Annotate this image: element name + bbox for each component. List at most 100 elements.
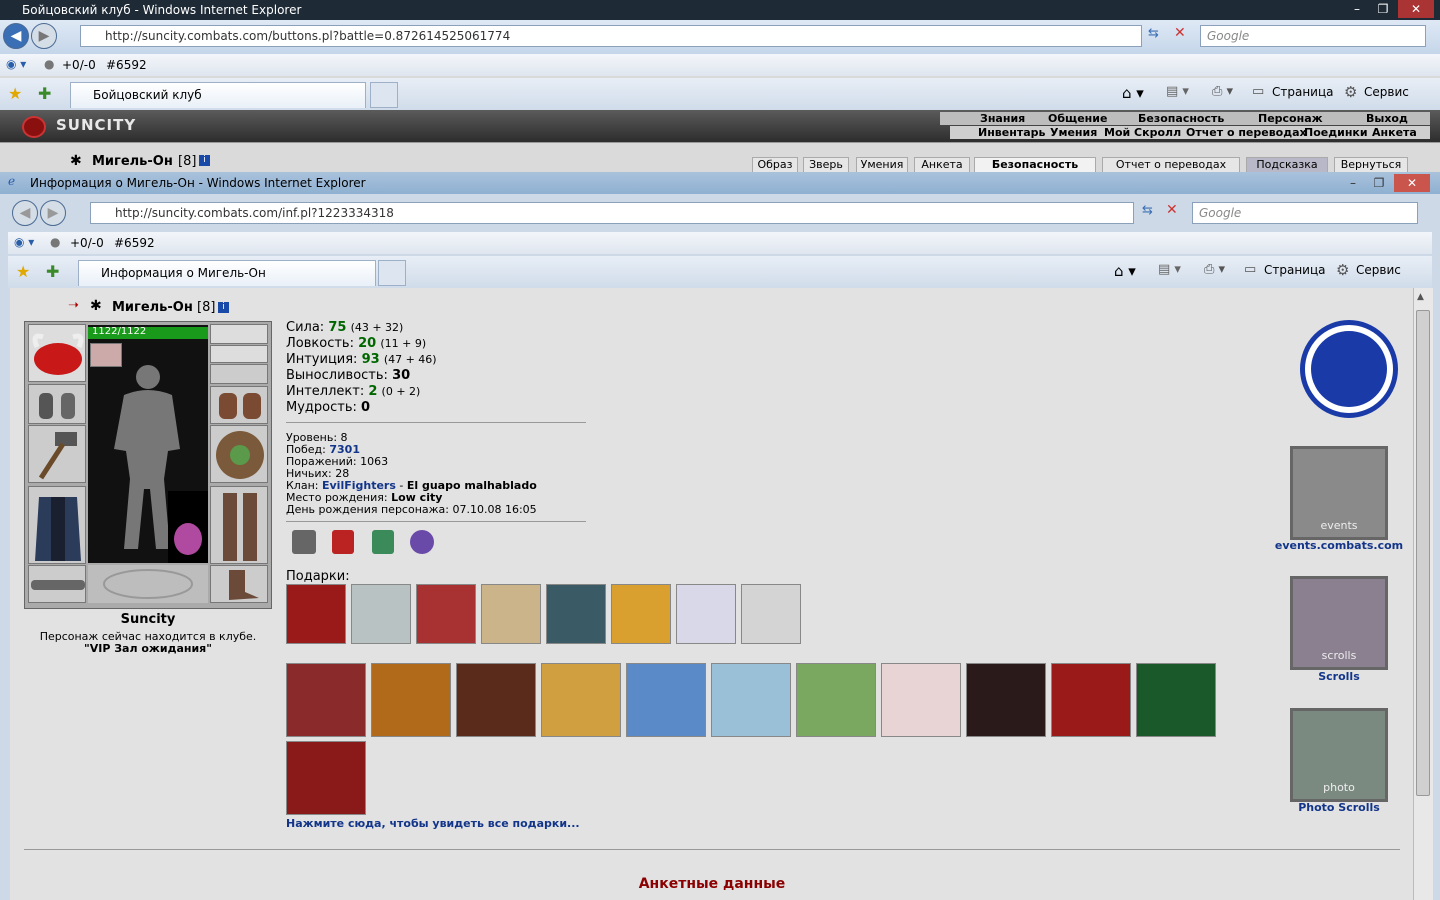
menu-battles[interactable]: Поединки xyxy=(1304,126,1368,139)
gift-skull[interactable] xyxy=(741,584,801,644)
subtab-profile[interactable]: Анкета xyxy=(914,157,970,173)
gift-banner-dark[interactable] xyxy=(546,584,606,644)
inner-add-favorite-icon[interactable]: ✚ xyxy=(46,262,59,281)
minimize-button[interactable]: – xyxy=(1344,0,1370,18)
forward-button[interactable]: ▶ xyxy=(31,23,57,49)
scrolls-link[interactable]: Scrolls xyxy=(1270,670,1408,683)
gloves-slot[interactable] xyxy=(210,386,268,424)
menu-inventory[interactable]: Инвентарь xyxy=(978,126,1045,139)
subtab-security[interactable]: Безопасность xyxy=(974,157,1096,173)
inner-home-icon[interactable]: ⌂ ▾ xyxy=(1114,262,1136,280)
stop-icon[interactable]: ✕ xyxy=(1174,25,1186,41)
home-icon[interactable]: ⌂ ▾ xyxy=(1122,84,1144,102)
badge-icon[interactable] xyxy=(332,530,354,554)
amulet-slot[interactable] xyxy=(210,345,268,363)
inner-close-button[interactable]: ✕ xyxy=(1394,174,1430,192)
gift-banner-red[interactable] xyxy=(416,584,476,644)
inner-search-input[interactable]: Google xyxy=(1192,202,1418,224)
photo-banner-image[interactable]: photo xyxy=(1290,708,1388,802)
inner-favorites-star-icon[interactable]: ★ xyxy=(16,262,30,281)
inner-page-menu[interactable]: Страница xyxy=(1264,263,1326,277)
medal-icon[interactable] xyxy=(292,530,316,554)
inner-stop-icon[interactable]: ✕ xyxy=(1166,202,1178,218)
new-tab-button[interactable] xyxy=(370,82,398,108)
all-gifts-link[interactable]: Нажмите сюда, чтобы увидеть все подарки.… xyxy=(286,817,580,830)
back-button[interactable]: ◀ xyxy=(3,23,29,49)
outer-url-field[interactable]: http://suncity.combats.com/buttons.pl?ba… xyxy=(80,25,1142,47)
helmet-slot[interactable] xyxy=(28,324,86,382)
card-9[interactable] xyxy=(966,663,1046,737)
effect-badge[interactable] xyxy=(90,343,122,367)
gift-medal[interactable] xyxy=(611,584,671,644)
gift-tube[interactable] xyxy=(676,584,736,644)
outer-tab[interactable]: Бойцовский клуб xyxy=(70,82,366,108)
inner-back-button[interactable]: ◀ xyxy=(12,200,38,226)
scroll-thumb[interactable] xyxy=(1416,310,1430,796)
card-11[interactable] xyxy=(1136,663,1216,737)
inner-id[interactable]: #6592 xyxy=(114,236,155,250)
inner-feeds-icon[interactable]: ▤ ▾ xyxy=(1158,262,1181,277)
profile-info-icon[interactable]: i xyxy=(218,302,229,313)
photo-scrolls-link[interactable]: Photo Scrolls xyxy=(1270,801,1408,814)
events-link[interactable]: events.combats.com xyxy=(1270,539,1408,552)
menu-knowledge[interactable]: Знания xyxy=(980,112,1025,125)
card-1[interactable] xyxy=(286,663,366,737)
bracers-slot[interactable] xyxy=(28,384,86,424)
print-icon[interactable]: ⎙ ▾ xyxy=(1212,84,1233,99)
boots-slot[interactable] xyxy=(210,565,268,603)
subtab-skills[interactable]: Умения xyxy=(856,157,908,173)
card-10[interactable] xyxy=(1051,663,1131,737)
scroll-up-arrow[interactable]: ▲ xyxy=(1417,292,1424,302)
inner-forward-button[interactable]: ▶ xyxy=(40,200,66,226)
menu-security[interactable]: Безопасность xyxy=(1138,112,1224,125)
inner-refresh-icon[interactable]: ⇆ xyxy=(1142,203,1153,218)
menu-my-scroll[interactable]: Мой Скролл xyxy=(1104,126,1181,139)
maximize-button[interactable]: ❐ xyxy=(1370,0,1396,18)
feeds-icon[interactable]: ▤ ▾ xyxy=(1166,84,1189,99)
earrings-slot[interactable] xyxy=(210,324,268,344)
scrolls-banner-image[interactable]: scrolls xyxy=(1290,576,1388,670)
legs-slot[interactable] xyxy=(210,486,268,564)
gift-book[interactable] xyxy=(286,584,346,644)
card-6[interactable] xyxy=(711,663,791,737)
subtab-hint[interactable]: Подсказка xyxy=(1246,157,1328,173)
card-3[interactable] xyxy=(456,663,536,737)
subtab-return[interactable]: Вернуться xyxy=(1334,157,1408,173)
card-7[interactable] xyxy=(796,663,876,737)
gift-scroll[interactable] xyxy=(481,584,541,644)
menu-character[interactable]: Персонаж xyxy=(1258,112,1323,125)
vertical-scrollbar[interactable]: ▲ xyxy=(1413,288,1433,900)
menu-transfer-report[interactable]: Отчет о переводах xyxy=(1186,126,1307,139)
outer-id[interactable]: #6592 xyxy=(106,58,147,72)
inner-maximize-button[interactable]: ❐ xyxy=(1366,174,1392,192)
menu-skills[interactable]: Умения xyxy=(1050,126,1097,139)
menu-communication[interactable]: Общение xyxy=(1048,112,1107,125)
menu-exit[interactable]: Выход xyxy=(1366,112,1408,125)
subtab-pet[interactable]: Зверь xyxy=(803,157,849,173)
globe-icon[interactable]: ◉ ▾ xyxy=(6,57,26,71)
events-banner-image[interactable]: events xyxy=(1290,446,1388,540)
rings-slot[interactable] xyxy=(210,364,268,384)
inner-service-menu[interactable]: Сервис xyxy=(1356,263,1401,277)
inner-minimize-button[interactable]: – xyxy=(1340,174,1366,192)
card-8[interactable] xyxy=(881,663,961,737)
weapon-slot[interactable] xyxy=(28,425,86,483)
menu-profile[interactable]: Анкета xyxy=(1372,126,1417,139)
refresh-icon[interactable]: ⇆ xyxy=(1148,26,1159,41)
add-favorite-icon[interactable]: ✚ xyxy=(38,84,51,103)
card-2[interactable] xyxy=(371,663,451,737)
gift-statue[interactable] xyxy=(351,584,411,644)
outer-search-input[interactable]: Google xyxy=(1200,25,1426,47)
card-4[interactable] xyxy=(541,663,621,737)
subtab-transfer-report[interactable]: Отчет о переводах xyxy=(1102,157,1240,173)
emblem-icon[interactable] xyxy=(410,530,434,554)
pet-image[interactable] xyxy=(168,491,208,563)
card-12[interactable] xyxy=(286,741,366,815)
card-5[interactable] xyxy=(626,663,706,737)
info-icon[interactable]: i xyxy=(199,155,210,166)
inner-new-tab-button[interactable] xyxy=(378,260,406,286)
service-menu[interactable]: Сервис xyxy=(1364,85,1409,99)
armor-slot[interactable] xyxy=(28,486,86,564)
order-icon[interactable] xyxy=(372,530,394,554)
subtab-image[interactable]: Образ xyxy=(752,157,798,173)
